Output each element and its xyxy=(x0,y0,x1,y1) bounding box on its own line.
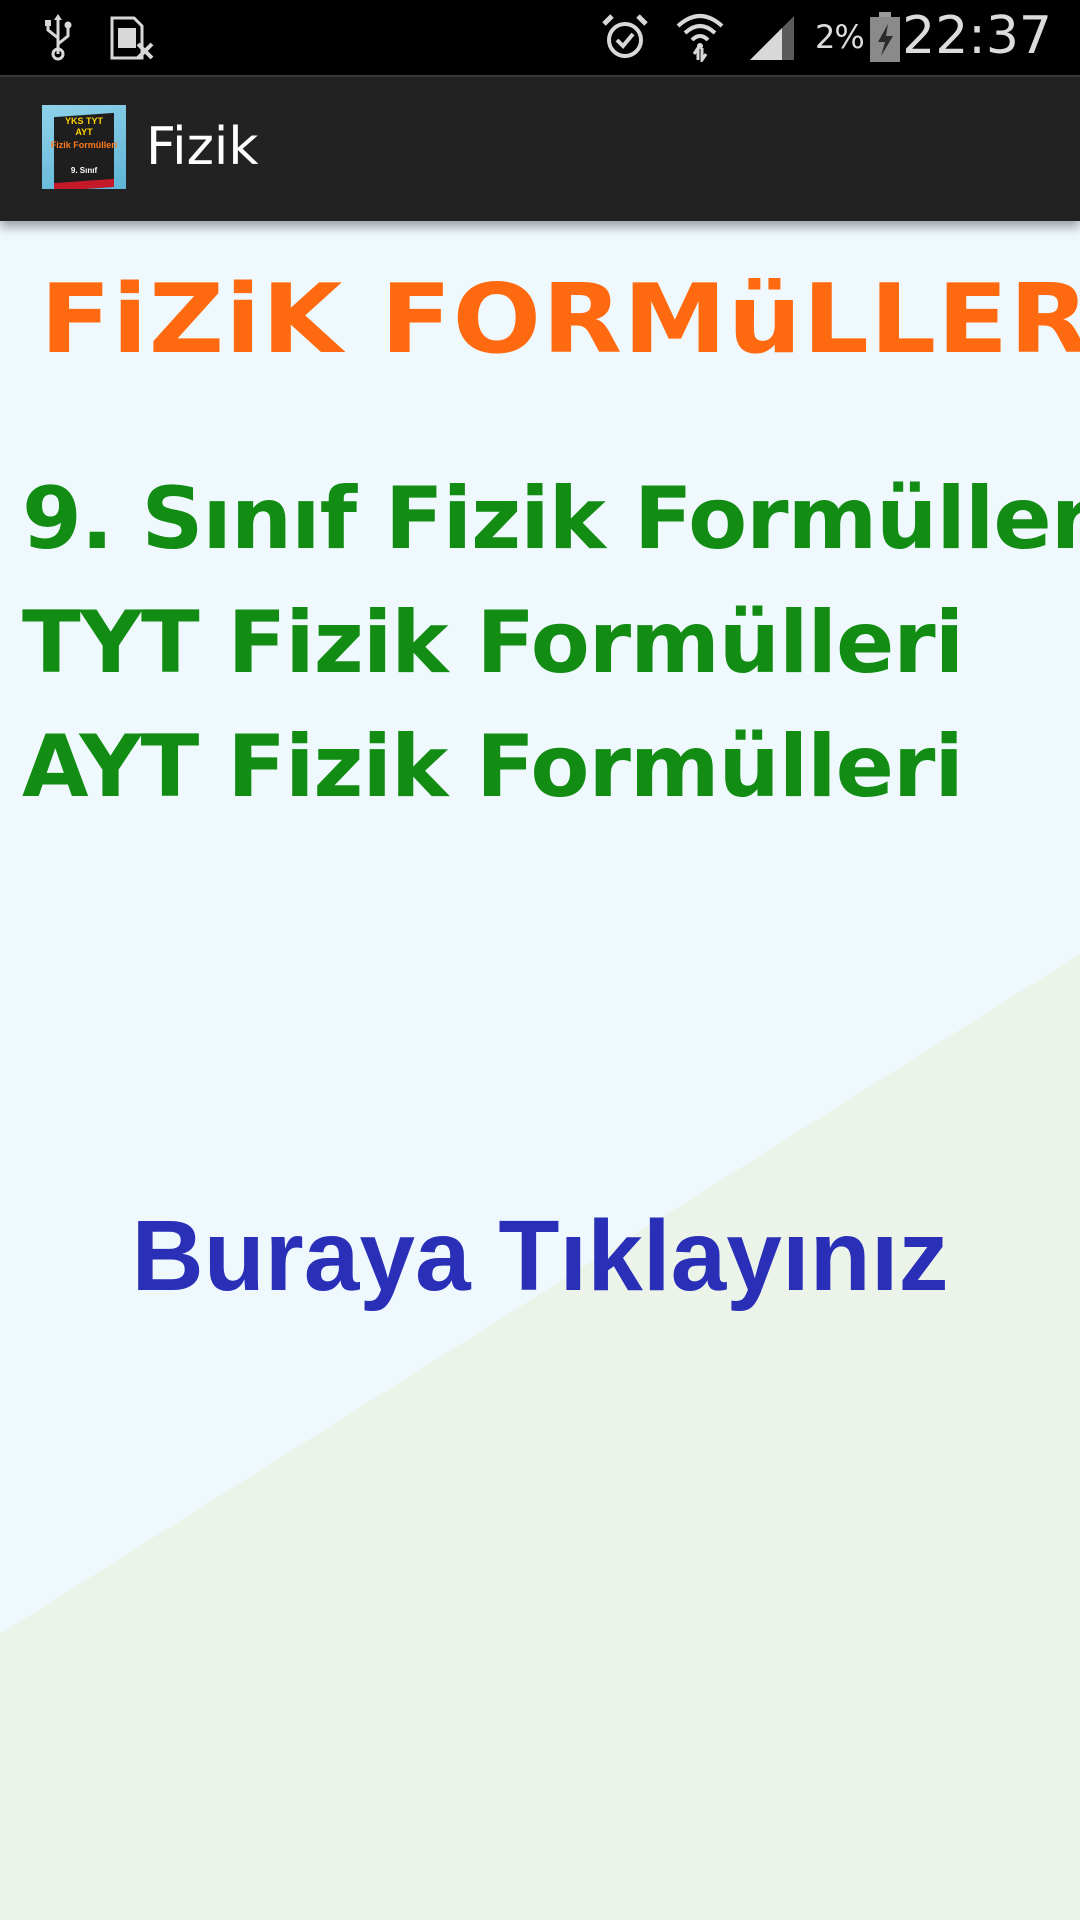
main-content: FiZiK FORMüLLERi 9. Sınıf Fizik Formülle… xyxy=(0,219,1080,1920)
action-bar: YKS TYT AYT Fizik Formülleri 9. Sınıf Fi… xyxy=(0,75,1080,221)
alarm-icon xyxy=(602,14,648,58)
wifi-icon xyxy=(676,14,724,62)
logo-text-line-3: Fizik Formülleri xyxy=(50,140,118,150)
status-bar: 2% 22:37 xyxy=(0,0,1080,75)
app-title: Fizik xyxy=(146,117,259,177)
status-clock: 22:37 xyxy=(902,6,1052,66)
menu-item-ayt[interactable]: AYT Fizik Formülleri xyxy=(22,705,1062,829)
formula-menu: 9. Sınıf Fizik Formülleri TYT Fizik Form… xyxy=(22,457,1080,829)
usb-icon xyxy=(45,14,72,61)
logo-text-line-4: 9. Sınıf xyxy=(70,166,98,175)
battery-percent: 2% xyxy=(815,18,865,56)
menu-item-tyt[interactable]: TYT Fizik Formülleri xyxy=(22,581,1062,705)
battery-icon xyxy=(870,12,900,62)
sim-missing-icon xyxy=(110,16,154,60)
logo-text-line-1: YKS TYT xyxy=(64,116,103,126)
page-headline: FiZiK FORMüLLERi xyxy=(40,262,1080,375)
menu-item-9-sinif[interactable]: 9. Sınıf Fizik Formülleri xyxy=(22,457,1080,581)
click-here-link[interactable]: Buraya Tıklayınız xyxy=(0,1199,1080,1314)
app-logo[interactable]: YKS TYT AYT Fizik Formülleri 9. Sınıf xyxy=(42,105,126,189)
signal-icon xyxy=(750,16,794,60)
logo-text-line-2: AYT xyxy=(75,127,93,137)
